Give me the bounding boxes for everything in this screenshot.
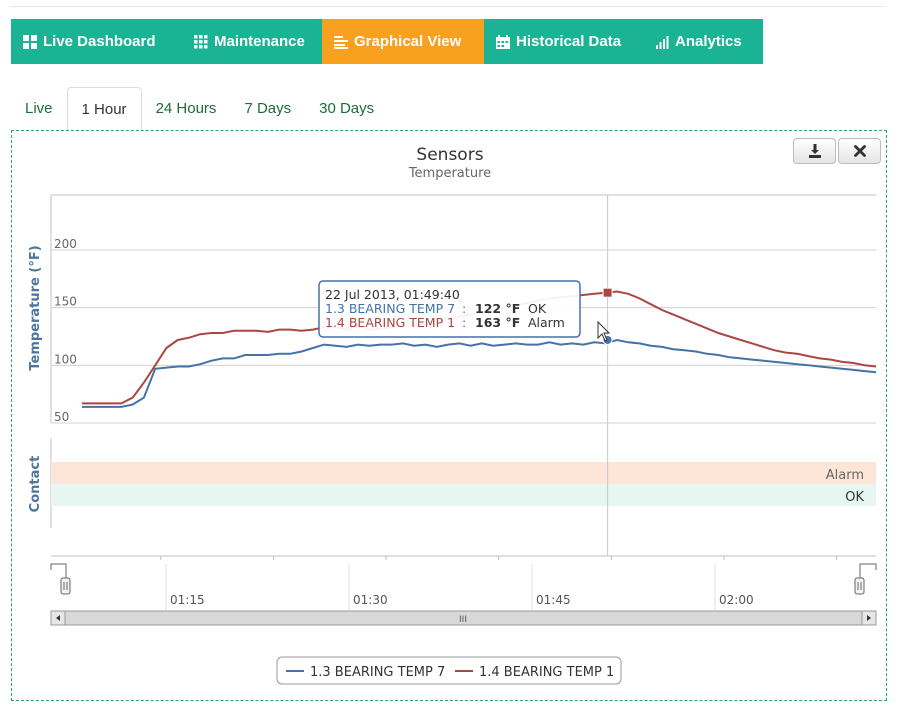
sensor-chart: Sensors Temperature 50 100 150 200 Temperat… <box>28 145 877 685</box>
chart-subtitle: Temperature <box>408 166 491 181</box>
download-button[interactable] <box>793 138 836 164</box>
contact-y-label: Contact <box>28 456 43 513</box>
ok-band <box>51 484 876 506</box>
y-tick-label: 150 <box>54 295 77 309</box>
hover-marker-series-2 <box>602 287 613 298</box>
tooltip-status: OK <box>528 301 547 316</box>
tooltip-value: 163 °F <box>475 315 520 330</box>
scrollbar[interactable]: III <box>50 610 877 626</box>
download-icon <box>808 144 821 158</box>
navigator-label: 01:15 <box>170 593 205 607</box>
tooltip-series-name: 1.4 BEARING TEMP 1 <box>325 315 455 330</box>
navigator[interactable]: 01:15 01:30 01:45 02:00 <box>50 560 877 610</box>
navigator-label: 01:45 <box>536 593 571 607</box>
tooltip-value: 122 °F <box>475 301 520 316</box>
tooltip: 22 Jul 2013, 01:49:40 1.3 BEARING TEMP 7… <box>318 280 581 338</box>
ok-band-label: OK <box>845 490 864 505</box>
tooltip-status: Alarm <box>528 315 565 330</box>
tooltip-separator: : <box>462 301 466 316</box>
y-tick-label: 50 <box>54 410 69 424</box>
legend-item[interactable]: 1.3 BEARING TEMP 7 <box>310 665 445 680</box>
navigator-right-handle[interactable] <box>854 577 865 595</box>
navigator-label: 02:00 <box>719 593 754 607</box>
alarm-band-label: Alarm <box>826 468 864 483</box>
alarm-band <box>51 462 876 484</box>
close-icon <box>853 145 866 157</box>
chart-title: Sensors <box>416 145 483 165</box>
legend: 1.3 BEARING TEMP 7 1.4 BEARING TEMP 1 <box>276 656 622 685</box>
y-tick-label: 200 <box>54 237 77 251</box>
legend-item[interactable]: 1.4 BEARING TEMP 1 <box>479 665 614 680</box>
y-axis-label: Temperature (°F) <box>28 245 43 370</box>
close-chart-button[interactable] <box>838 138 881 164</box>
tooltip-date: 22 Jul 2013, 01:49:40 <box>325 287 460 302</box>
series-line-1 <box>82 338 877 408</box>
navigator-left-handle[interactable] <box>60 577 71 595</box>
scrollbar-grip: III <box>459 615 467 625</box>
tooltip-separator: : <box>462 315 466 330</box>
y-tick-label: 100 <box>54 352 77 366</box>
tooltip-series-name: 1.3 BEARING TEMP 7 <box>325 301 455 316</box>
navigator-label: 01:30 <box>353 593 388 607</box>
